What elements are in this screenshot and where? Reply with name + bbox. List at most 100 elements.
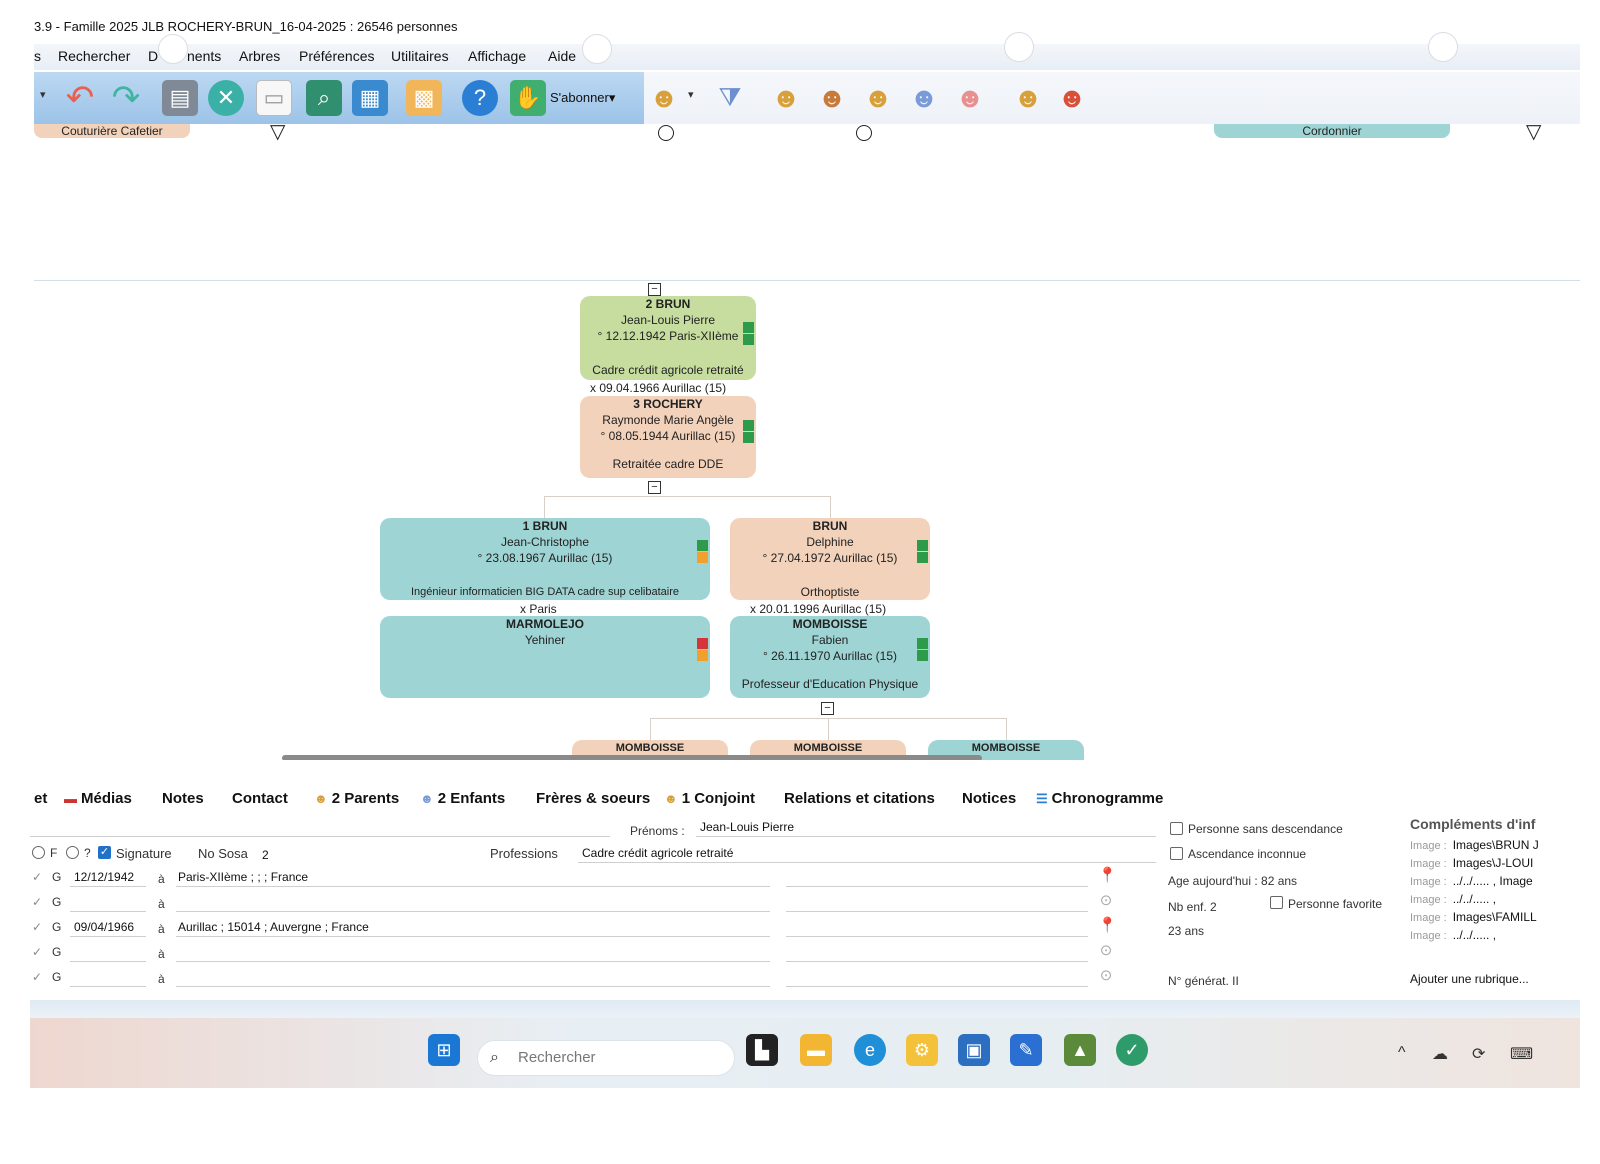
- collapse-triangle-icon[interactable]: ▽: [1526, 122, 1541, 142]
- sex-female-radio[interactable]: [32, 846, 45, 859]
- map-pin-icon[interactable]: ⊙: [1098, 891, 1114, 911]
- printer-icon[interactable]: ▤: [162, 80, 198, 116]
- image-row[interactable]: Image : ../../..... ,: [1410, 892, 1496, 906]
- add-child-icon[interactable]: ☻: [1010, 80, 1046, 116]
- favorite-checkbox[interactable]: [1270, 896, 1283, 909]
- node-circle-icon[interactable]: [856, 125, 872, 141]
- person-card-child-2[interactable]: BRUN Delphine ° 27.04.1972 Aurillac (15)…: [730, 518, 930, 600]
- taskbar-search[interactable]: ⌕ Rechercher: [477, 1040, 735, 1076]
- collapse-button[interactable]: −: [648, 283, 661, 296]
- tab-enfants[interactable]: ☻ 2 Enfants: [420, 790, 505, 807]
- event-check-icon[interactable]: ✓: [32, 970, 42, 984]
- tab-notes[interactable]: Notes: [162, 790, 204, 807]
- tab-notices[interactable]: Notices: [962, 790, 1016, 807]
- keyboard-icon[interactable]: ⌨: [1510, 1044, 1533, 1064]
- chevron-up-icon[interactable]: ^: [1398, 1044, 1406, 1062]
- add-rubrique-link[interactable]: Ajouter une rubrique...: [1410, 972, 1529, 986]
- store-icon[interactable]: ▣: [958, 1034, 990, 1066]
- map-pin-icon[interactable]: 📍: [1098, 866, 1117, 886]
- image-row[interactable]: Image : Images\FAMILL: [1410, 910, 1537, 924]
- image-row[interactable]: Image : Images\J-LOUI: [1410, 856, 1533, 870]
- settings-app-icon[interactable]: ⚙: [906, 1034, 938, 1066]
- tab-contact[interactable]: Contact: [232, 790, 288, 807]
- menu-item-documents-end[interactable]: nents: [187, 48, 221, 64]
- calendar-type[interactable]: G: [52, 870, 61, 884]
- filter-icon[interactable]: ⧩: [712, 80, 748, 116]
- tab-etat-civil[interactable]: et: [34, 790, 47, 807]
- collapse-button[interactable]: −: [821, 702, 834, 715]
- mother-icon[interactable]: ☻: [814, 80, 850, 116]
- couple-icon[interactable]: ☻: [952, 80, 988, 116]
- menu-item-rechercher[interactable]: Rechercher: [58, 48, 130, 64]
- ascendance-inconnue-checkbox[interactable]: [1170, 847, 1183, 860]
- editor-icon[interactable]: ✎: [1010, 1034, 1042, 1066]
- menu-item-documents-start[interactable]: D: [148, 48, 158, 64]
- edge-icon[interactable]: e: [854, 1034, 886, 1066]
- back-arrow-icon[interactable]: ↶: [62, 79, 98, 117]
- delete-person-icon[interactable]: ☻: [1054, 80, 1090, 116]
- event-date-field[interactable]: 12/12/1942: [74, 870, 134, 884]
- collapse-triangle-icon[interactable]: ▽: [270, 122, 285, 142]
- calendar-type[interactable]: G: [52, 895, 61, 909]
- event-place-field[interactable]: Aurillac ; 15014 ; Auvergne ; France: [178, 920, 369, 934]
- menu-item-utilitaires[interactable]: Utilitaires: [391, 48, 449, 64]
- tab-medias[interactable]: ▬ Médias: [64, 790, 132, 807]
- tab-relations[interactable]: Relations et citations: [784, 790, 935, 807]
- sex-unknown-radio[interactable]: [66, 846, 79, 859]
- tab-conjoint[interactable]: ☻ 1 Conjoint: [664, 790, 755, 807]
- forward-arrow-icon[interactable]: ↷: [108, 79, 144, 117]
- horizontal-scrollbar[interactable]: [282, 755, 982, 760]
- tab-chronogramme[interactable]: ☰ Chronogramme: [1036, 790, 1163, 807]
- person-card-spouse-1[interactable]: MARMOLEJO Yehiner: [380, 616, 710, 698]
- cloud-info-icon[interactable]: ☁: [1432, 1044, 1448, 1064]
- person-card-father[interactable]: 2 BRUN Jean-Louis Pierre ° 12.12.1942 Pa…: [580, 296, 756, 380]
- collapse-button[interactable]: −: [648, 481, 661, 494]
- landscape-app-icon[interactable]: ▲: [1064, 1034, 1096, 1066]
- person-card-child-1[interactable]: 1 BRUN Jean-Christophe ° 23.08.1967 Auri…: [380, 518, 710, 600]
- security-shield-icon[interactable]: ✓: [1116, 1034, 1148, 1066]
- menu-item-aide[interactable]: Aide: [548, 48, 576, 64]
- grid-icon[interactable]: ▦: [352, 80, 388, 116]
- file-explorer-dark-icon[interactable]: ▙: [746, 1034, 778, 1066]
- windows-start-icon[interactable]: ⊞: [428, 1034, 460, 1066]
- image-row[interactable]: Image : ../../..... , Image: [1410, 874, 1533, 888]
- prenoms-field[interactable]: Jean-Louis Pierre: [700, 820, 794, 834]
- person-search-dropdown-icon[interactable]: ▾: [688, 88, 694, 101]
- image-row[interactable]: Image : Images\BRUN J: [1410, 838, 1539, 852]
- top-tag-left[interactable]: Couturière Cafetier: [34, 124, 190, 138]
- calendar-type[interactable]: G: [52, 920, 61, 934]
- dropdown-arrow-icon[interactable]: ▾: [40, 88, 46, 101]
- map-pin-icon[interactable]: ⊙: [1098, 966, 1114, 986]
- tab-freres-soeurs[interactable]: Frères & soeurs: [536, 790, 650, 807]
- calendar-type[interactable]: G: [52, 945, 61, 959]
- tab-parents[interactable]: ☻ 2 Parents: [314, 790, 399, 807]
- signature-checkbox[interactable]: ✓: [98, 846, 111, 859]
- image-row[interactable]: Image : ../../..... ,: [1410, 928, 1496, 942]
- node-circle-icon[interactable]: [658, 125, 674, 141]
- event-check-icon[interactable]: ✓: [32, 895, 42, 909]
- sans-descendance-checkbox[interactable]: [1170, 822, 1183, 835]
- event-place-field[interactable]: Paris-XIIème ; ; ; France: [178, 870, 308, 884]
- subscribe-icon[interactable]: ✋: [510, 80, 546, 116]
- sosa-field[interactable]: 2: [262, 848, 269, 862]
- folder-icon[interactable]: ▬: [800, 1034, 832, 1066]
- event-check-icon[interactable]: ✓: [32, 870, 42, 884]
- person-search-icon[interactable]: ☻: [646, 80, 682, 116]
- person-card-mother[interactable]: 3 ROCHERY Raymonde Marie Angèle ° 08.05.…: [580, 396, 756, 478]
- sync-icon[interactable]: ⟳: [1472, 1044, 1485, 1064]
- parents-icon[interactable]: ☻: [860, 80, 896, 116]
- event-check-icon[interactable]: ✓: [32, 945, 42, 959]
- menu-item-preferences[interactable]: Préférences: [299, 48, 374, 64]
- map-pin-icon[interactable]: 📍: [1098, 916, 1117, 936]
- event-check-icon[interactable]: ✓: [32, 920, 42, 934]
- calendar-type[interactable]: G: [52, 970, 61, 984]
- event-date-field[interactable]: 09/04/1966: [74, 920, 134, 934]
- subscribe-button[interactable]: S'abonner▾: [550, 90, 615, 106]
- father-icon[interactable]: ☻: [768, 80, 804, 116]
- professions-field[interactable]: Cadre crédit agricole retraité: [582, 846, 733, 860]
- map-pin-icon[interactable]: ⊙: [1098, 941, 1114, 961]
- map-search-icon[interactable]: ⌕: [306, 80, 342, 116]
- mosaic-icon[interactable]: ▩: [406, 80, 442, 116]
- menu-item-arbres[interactable]: Arbres: [239, 48, 280, 64]
- notepad-icon[interactable]: ▭: [256, 80, 292, 116]
